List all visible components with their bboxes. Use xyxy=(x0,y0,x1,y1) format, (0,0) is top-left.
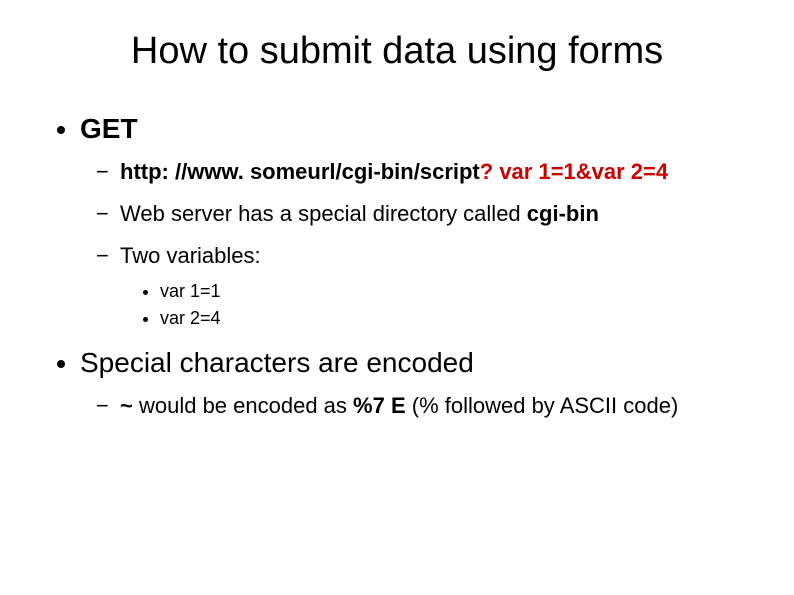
list-item-var2: var 2=4 xyxy=(160,308,754,329)
url-query: ? var 1=1&var 2=4 xyxy=(480,159,668,184)
url-path: http: //www. someurl/cgi-bin/script xyxy=(120,159,480,184)
bullet-list-level2-b: ~ would be encoded as %7 E (% followed b… xyxy=(80,393,754,419)
tilde-char: ~ xyxy=(120,393,133,418)
tilde-mid: would be encoded as xyxy=(133,393,353,418)
list-item-special-chars: Special characters are encoded ~ would b… xyxy=(80,347,754,419)
cgibin-text: Web server has a special directory calle… xyxy=(120,201,527,226)
list-item-var1: var 1=1 xyxy=(160,281,754,302)
list-item-url: http: //www. someurl/cgi-bin/script? var… xyxy=(120,159,754,185)
list-item-get: GET http: //www. someurl/cgi-bin/script?… xyxy=(80,113,754,329)
bullet-list-level1: GET http: //www. someurl/cgi-bin/script?… xyxy=(40,113,754,419)
cgibin-bold: cgi-bin xyxy=(527,201,599,226)
list-item-tilde: ~ would be encoded as %7 E (% followed b… xyxy=(120,393,754,419)
special-chars-label: Special characters are encoded xyxy=(80,347,474,378)
tilde-pct: %7 E xyxy=(353,393,406,418)
twovars-text: Two variables: xyxy=(120,243,261,268)
tilde-after: (% followed by ASCII code) xyxy=(406,393,679,418)
slide: How to submit data using forms GET http:… xyxy=(0,0,794,457)
bullet-list-level3: var 1=1 var 2=4 xyxy=(120,281,754,329)
list-item-cgibin: Web server has a special directory calle… xyxy=(120,201,754,227)
get-label: GET xyxy=(80,113,138,144)
bullet-list-level2: http: //www. someurl/cgi-bin/script? var… xyxy=(80,159,754,329)
slide-title: How to submit data using forms xyxy=(40,30,754,73)
list-item-twovars: Two variables: var 1=1 var 2=4 xyxy=(120,243,754,329)
